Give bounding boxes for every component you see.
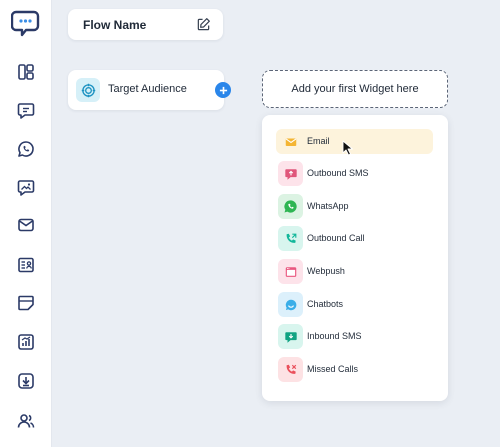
edit-icon[interactable] xyxy=(196,17,211,32)
target-icon xyxy=(76,78,100,102)
flow-name-card[interactable]: Flow Name xyxy=(68,9,223,40)
gallery-message-icon[interactable] xyxy=(13,174,39,200)
widget-menu: Email Outbound SMS WhatsApp Outbound Cal… xyxy=(262,115,448,401)
email-icon xyxy=(278,129,303,154)
whatsapp-nav-icon[interactable] xyxy=(13,136,39,162)
sidebar xyxy=(0,0,52,447)
note-icon[interactable] xyxy=(13,290,39,316)
target-audience-node[interactable]: Target Audience xyxy=(68,70,224,110)
menu-item-label: WhatsApp xyxy=(307,201,349,211)
outbound-sms-icon xyxy=(278,161,303,186)
whatsapp-icon xyxy=(278,194,303,219)
dashboard-icon[interactable] xyxy=(13,59,39,85)
menu-item-label: Missed Calls xyxy=(307,364,359,374)
menu-item-missed-calls[interactable]: Missed Calls xyxy=(276,357,433,382)
menu-item-outbound-sms[interactable]: Outbound SMS xyxy=(276,161,433,186)
add-widget-button[interactable]: Add your first Widget here xyxy=(262,70,448,108)
mouse-cursor-icon xyxy=(342,140,353,156)
menu-item-label: Inbound SMS xyxy=(307,331,362,341)
inbound-sms-icon xyxy=(278,324,303,349)
menu-item-label: Email xyxy=(307,136,330,146)
users-icon[interactable] xyxy=(13,408,39,434)
webpush-icon xyxy=(278,259,303,284)
menu-item-label: Outbound SMS xyxy=(307,168,369,178)
menu-item-inbound-sms[interactable]: Inbound SMS xyxy=(276,324,433,349)
target-audience-label: Target Audience xyxy=(108,83,187,95)
contacts-icon[interactable] xyxy=(13,252,39,278)
menu-item-outbound-call[interactable]: Outbound Call xyxy=(276,226,433,251)
menu-item-email[interactable]: Email xyxy=(276,129,433,154)
analytics-icon[interactable] xyxy=(13,329,39,355)
missed-calls-icon xyxy=(278,357,303,382)
menu-item-label: Chatbots xyxy=(307,299,344,309)
add-node-button[interactable] xyxy=(215,82,231,98)
menu-item-label: Outbound Call xyxy=(307,233,365,243)
chatbots-icon xyxy=(278,292,303,317)
mail-icon[interactable] xyxy=(13,212,39,238)
menu-item-label: Webpush xyxy=(307,266,345,276)
menu-item-webpush[interactable]: Webpush xyxy=(276,259,433,284)
messages-icon[interactable] xyxy=(13,97,39,123)
menu-item-chatbots[interactable]: Chatbots xyxy=(276,292,433,317)
outbound-call-icon xyxy=(278,226,303,251)
menu-item-whatsapp[interactable]: WhatsApp xyxy=(276,194,433,219)
flow-name-label: Flow Name xyxy=(83,17,147,32)
plus-icon xyxy=(219,86,227,94)
app-logo-icon[interactable] xyxy=(10,8,41,38)
download-icon[interactable] xyxy=(13,368,39,394)
